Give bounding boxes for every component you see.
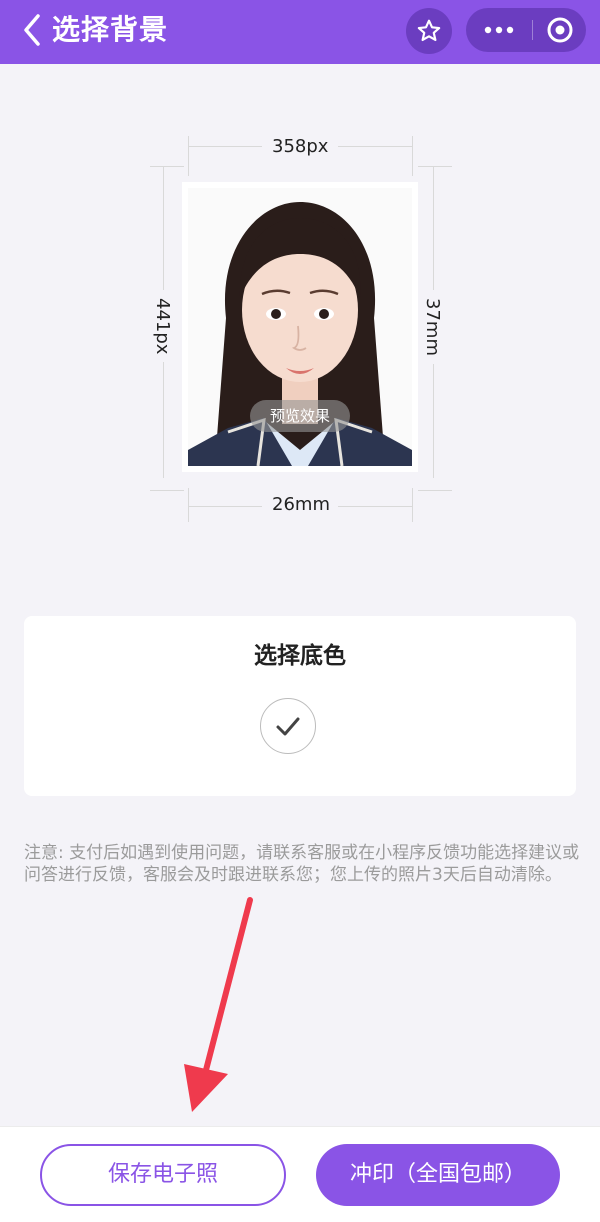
more-dots-icon	[484, 26, 514, 34]
favorite-button[interactable]	[406, 8, 452, 54]
more-button[interactable]	[466, 8, 532, 52]
right-dimension-tick-top	[418, 166, 452, 167]
left-dimension-tick-bottom	[150, 490, 184, 491]
height-px-label: 441px	[152, 290, 173, 363]
back-button[interactable]	[18, 12, 48, 48]
star-icon	[417, 19, 441, 42]
height-mm-label: 37mm	[422, 290, 443, 364]
width-mm-label: 26mm	[262, 494, 338, 515]
top-dimension-tick-right	[412, 136, 413, 176]
left-dimension-tick-top	[150, 166, 184, 167]
mini-program-capsule	[466, 8, 586, 52]
print-photo-button[interactable]: 冲印（全国包邮）	[316, 1144, 560, 1206]
close-mini-program-button[interactable]	[533, 8, 586, 52]
page-title: 选择背景	[52, 13, 169, 46]
chevron-left-icon	[24, 14, 40, 46]
background-color-card: 选择底色	[24, 616, 576, 796]
payment-note: 注意: 支付后如遇到使用问题，请联系客服或在小程序反馈功能选择建议或问答进行反馈…	[24, 843, 580, 885]
preview-effect-badge[interactable]: 预览效果	[250, 400, 350, 432]
right-dimension-tick-bottom	[418, 490, 452, 491]
checkmark-icon	[276, 717, 300, 736]
color-card-title: 选择底色	[254, 643, 346, 669]
bottom-dimension-tick-right	[412, 488, 413, 522]
bottom-dimension-tick-left	[188, 488, 189, 522]
target-circle-icon	[547, 17, 572, 43]
top-dimension-tick-left	[188, 136, 189, 176]
bottom-action-bar: 保存电子照 冲印（全国包邮）	[0, 1126, 600, 1222]
top-navigation-bar: 选择背景	[0, 0, 600, 64]
width-px-label: 358px	[262, 136, 338, 157]
save-digital-photo-button[interactable]: 保存电子照	[40, 1144, 286, 1206]
white-background-swatch[interactable]	[260, 698, 316, 754]
